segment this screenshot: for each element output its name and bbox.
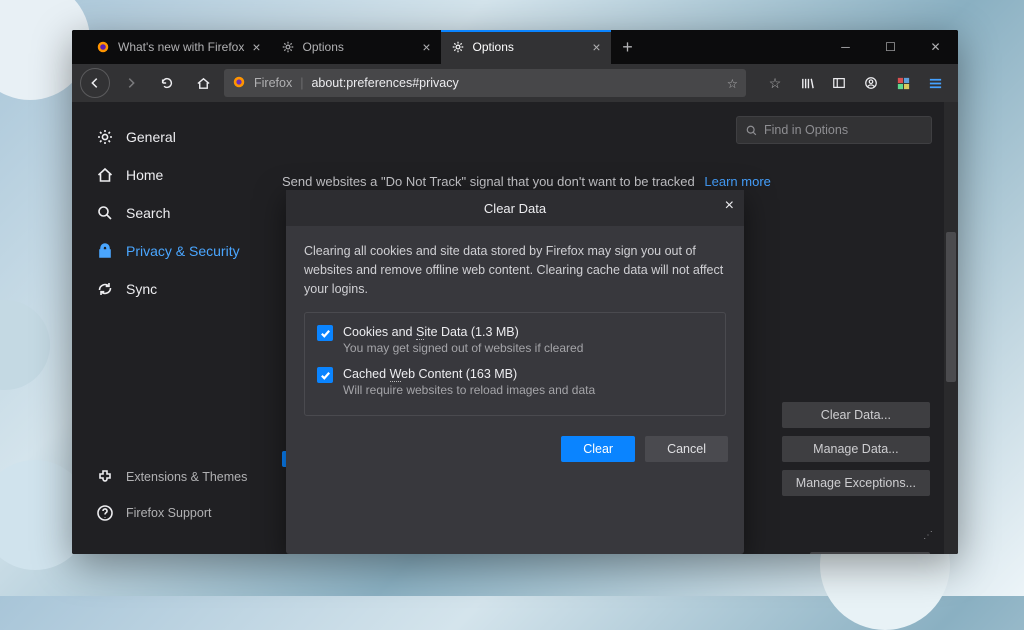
app-menu-button[interactable]	[920, 68, 950, 98]
tab-label: Options	[303, 40, 344, 54]
option-subtext: You may get signed out of websites if cl…	[343, 341, 583, 355]
identity-label: Firefox	[254, 76, 292, 90]
dialog-description: Clearing all cookies and site data store…	[304, 242, 726, 298]
dialog-title: Clear Data	[484, 201, 546, 216]
home-button[interactable]	[188, 68, 218, 98]
checkbox-checked-icon[interactable]	[317, 367, 333, 383]
nav-toolbar: Firefox | about:preferences#privacy ☆ ☆	[72, 64, 958, 102]
sidebar-button[interactable]	[824, 68, 854, 98]
dialog-overlay: Clear Data × Clearing all cookies and si…	[72, 102, 958, 554]
bookmarks-button[interactable]: ☆	[760, 68, 790, 98]
option-subtext: Will require websites to reload images a…	[343, 383, 595, 397]
dialog-footer: Clear Cancel	[286, 432, 744, 478]
close-icon[interactable]: ×	[592, 39, 600, 55]
dialog-close-button[interactable]: ×	[725, 197, 734, 215]
firefox-icon	[96, 40, 110, 54]
close-icon[interactable]: ×	[252, 39, 260, 55]
close-window-button[interactable]: ✕	[913, 30, 958, 64]
checkbox-checked-icon[interactable]	[317, 325, 333, 341]
gear-icon	[451, 40, 465, 54]
option-label: Cached Web Content (163 MB)	[343, 367, 595, 381]
extension-button[interactable]	[888, 68, 918, 98]
dialog-header: Clear Data ×	[286, 190, 744, 226]
tab-whats-new[interactable]: What's new with Firefox ×	[86, 30, 271, 64]
url-bar[interactable]: Firefox | about:preferences#privacy ☆	[224, 69, 746, 97]
option-label: Cookies and Site Data (1.3 MB)	[343, 325, 583, 339]
new-tab-button[interactable]: +	[611, 30, 645, 64]
dialog-option-cookies[interactable]: Cookies and Site Data (1.3 MB) You may g…	[317, 325, 713, 355]
forward-button[interactable]	[116, 68, 146, 98]
reload-button[interactable]	[152, 68, 182, 98]
url-text: about:preferences#privacy	[311, 76, 458, 90]
gear-icon	[281, 40, 295, 54]
dialog-option-cache[interactable]: Cached Web Content (163 MB) Will require…	[317, 367, 713, 397]
minimize-button[interactable]: ─	[823, 30, 868, 64]
library-button[interactable]	[792, 68, 822, 98]
browser-window: What's new with Firefox × Options × Opti…	[72, 30, 958, 554]
maximize-button[interactable]: ☐	[868, 30, 913, 64]
clear-data-dialog: Clear Data × Clearing all cookies and si…	[286, 190, 744, 554]
back-button[interactable]	[80, 68, 110, 98]
tab-options-2[interactable]: Options ×	[441, 30, 611, 64]
tab-label: Options	[473, 40, 514, 54]
account-button[interactable]	[856, 68, 886, 98]
dialog-clear-button[interactable]: Clear	[561, 436, 635, 462]
tab-label: What's new with Firefox	[118, 40, 244, 54]
bookmark-star-icon[interactable]: ☆	[727, 76, 738, 91]
dialog-cancel-button[interactable]: Cancel	[645, 436, 728, 462]
tab-strip: What's new with Firefox × Options × Opti…	[72, 30, 958, 64]
close-icon[interactable]: ×	[422, 39, 430, 55]
window-controls: ─ ☐ ✕	[823, 30, 958, 64]
tab-options-1[interactable]: Options ×	[271, 30, 441, 64]
firefox-identity-icon	[232, 75, 246, 92]
preferences-content: General Home Search Privacy & Security S…	[72, 102, 958, 554]
dialog-options: Cookies and Site Data (1.3 MB) You may g…	[304, 312, 726, 416]
